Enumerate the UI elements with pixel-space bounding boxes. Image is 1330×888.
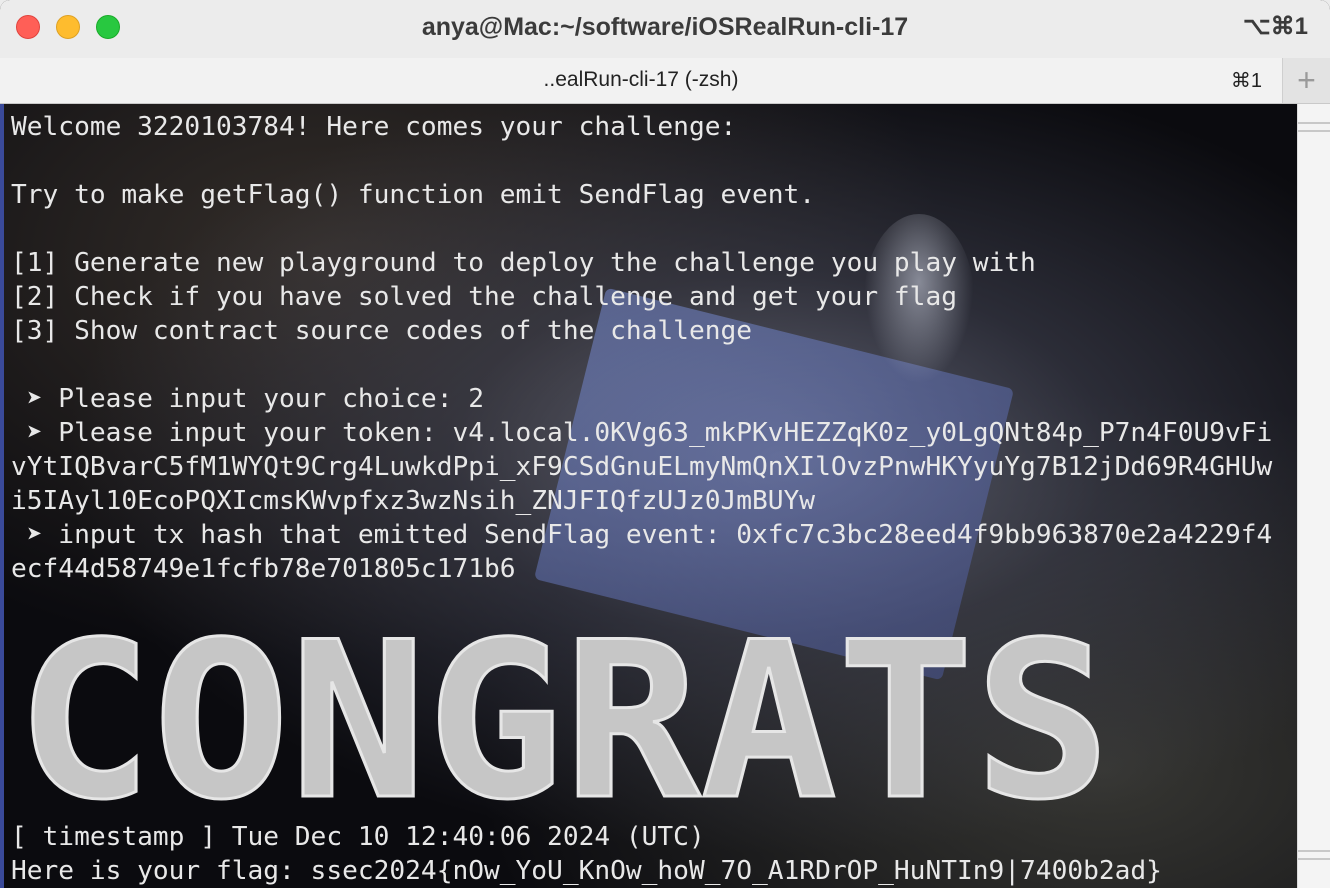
terminal-line: i5IAyl10EcoPQXIcmsKWvpfxz3wzNsih_ZNJFIQf… [11, 486, 816, 516]
congrats-banner-text: CONGRATS [16, 616, 1111, 816]
terminal-line: ➤ input tx hash that emitted SendFlag ev… [11, 520, 1273, 550]
scroll-marker [1298, 850, 1330, 860]
timestamp-line: [ timestamp ] Tue Dec 10 12:40:06 2024 (… [11, 822, 705, 852]
terminal-line: Welcome 3220103784! Here comes your chal… [11, 112, 737, 142]
tab-shortcut: ⌘1 [1230, 70, 1262, 92]
terminal-scrollbar[interactable] [1297, 104, 1330, 888]
tab-zsh[interactable]: ..ealRun-cli-17 (-zsh) ⌘1 [0, 58, 1283, 103]
scroll-marker [1298, 122, 1330, 132]
title-bar[interactable]: anya@Mac:~/software/iOSRealRun-cli-17 ⌥⌘… [0, 0, 1330, 59]
terminal-result: [ timestamp ] Tue Dec 10 12:40:06 2024 (… [11, 820, 1162, 888]
terminal-line: Try to make getFlag() function emit Send… [11, 180, 816, 210]
terminal-line: vYtIQBvarC5fM1WYQt9Crg4LuwkdPpi_xF9CSdGn… [11, 452, 1273, 482]
window-title: anya@Mac:~/software/iOSRealRun-cli-17 [421, 13, 909, 41]
terminal-pane[interactable]: Welcome 3220103784! Here comes your chal… [0, 104, 1298, 888]
terminal-line: ➤ Please input your choice: 2 [11, 384, 484, 414]
terminal-line: [3] Show contract source codes of the ch… [11, 316, 753, 346]
terminal-line: ➤ Please input your token: v4.local.0KVg… [11, 418, 1273, 448]
window-shortcut: ⌥⌘1 [1242, 13, 1308, 40]
terminal-line: [1] Generate new playground to deploy th… [11, 248, 1036, 278]
new-tab-button[interactable]: + [1283, 58, 1330, 103]
congrats-banner: CONGRATS [16, 616, 1113, 816]
terminal-output: Welcome 3220103784! Here comes your chal… [11, 110, 1272, 586]
tab-bar: ..ealRun-cli-17 (-zsh) ⌘1 + [0, 58, 1330, 104]
terminal-window: anya@Mac:~/software/iOSRealRun-cli-17 ⌥⌘… [0, 0, 1330, 888]
tab-label: ..ealRun-cli-17 (-zsh) [543, 68, 739, 91]
terminal-line: [2] Check if you have solved the challen… [11, 282, 957, 312]
terminal-line: ecf44d58749e1fcfb78e701805c171b6 [11, 554, 516, 584]
flag-line: Here is your flag: ssec2024{nOw_YoU_KnOw… [11, 856, 1162, 886]
